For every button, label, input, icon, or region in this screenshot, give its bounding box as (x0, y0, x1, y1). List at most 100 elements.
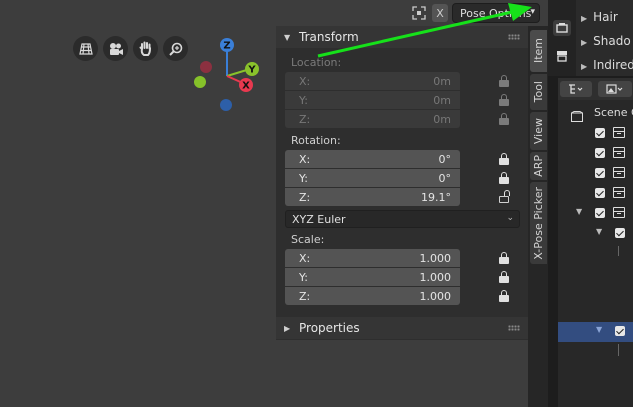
output-properties-icon[interactable] (553, 48, 571, 64)
pan-view-button[interactable] (133, 36, 158, 61)
panel-row-hair[interactable]: ▶ Hair (581, 10, 618, 24)
scale-x-field[interactable]: X: 1.000 (285, 249, 460, 267)
outliner-row-scene-collection[interactable]: Scene C (558, 104, 633, 124)
properties-section-header[interactable]: ▶ Properties (276, 317, 528, 339)
close-x-button[interactable]: X (432, 4, 448, 22)
axis-label: Y: (299, 270, 308, 284)
rotation-z-field[interactable]: Z: 19.1° (285, 188, 460, 206)
field-value: 19.1° (421, 190, 451, 204)
expanded-triangle-icon: ▼ (284, 32, 291, 42)
outliner-row[interactable]: ▼ (558, 224, 633, 244)
outliner-header (558, 78, 633, 100)
tab-tool[interactable]: Tool (530, 74, 547, 110)
rotation-mode-dropdown[interactable]: XYZ Euler ⌄ (285, 210, 520, 228)
checkbox[interactable] (595, 188, 605, 198)
axis-label: X: (299, 152, 311, 166)
rotation-mode-value: XYZ Euler (292, 212, 346, 226)
location-z-field[interactable]: Z: 0m (285, 110, 460, 128)
outliner-row[interactable] (558, 124, 633, 144)
location-label: Location: (291, 56, 342, 69)
display-mode-dropdown[interactable] (560, 81, 592, 97)
checkbox[interactable] (595, 148, 605, 158)
right-editors: ▶ Hair ▶ Shado ▶ Indired Scene C ▼ ▼ ▼ (548, 0, 633, 407)
checkbox[interactable] (615, 326, 625, 336)
outliner-row[interactable] (558, 164, 633, 184)
outliner-row-selected[interactable]: ▼ (558, 322, 633, 342)
lock-icon[interactable] (499, 271, 509, 283)
gizmo-neg-z-ball[interactable] (220, 99, 232, 111)
rotation-x-field[interactable]: X: 0° (285, 150, 460, 168)
location-y-row: Y: 0m (285, 91, 528, 110)
filter-dropdown[interactable] (598, 81, 632, 97)
render-properties-icon[interactable] (553, 20, 571, 36)
panel-label: Shado (593, 34, 631, 48)
expand-triangle-icon[interactable]: ▼ (596, 227, 602, 236)
checkbox[interactable] (615, 228, 625, 238)
location-z-row: Z: 0m (285, 110, 528, 129)
expand-triangle-icon[interactable]: ▼ (596, 325, 602, 334)
unlock-icon[interactable] (499, 190, 510, 203)
navigation-gizmo[interactable]: Z Y X (190, 34, 265, 114)
tree-line (618, 344, 619, 356)
transform-pivot-icon[interactable] (410, 4, 428, 22)
scale-y-row: Y: 1.000 (285, 268, 528, 287)
collapsed-triangle-icon: ▶ (284, 323, 291, 333)
tab-view[interactable]: View (530, 112, 547, 150)
lock-icon[interactable] (499, 172, 509, 184)
checkbox[interactable] (595, 208, 605, 218)
lock-icon[interactable] (499, 290, 509, 302)
axis-label: X: (299, 74, 311, 88)
transform-section-header[interactable]: ▼ Transform (276, 26, 528, 48)
camera-icon (109, 42, 123, 55)
transform-title: Transform (299, 30, 359, 44)
outliner-row[interactable] (558, 184, 633, 204)
sidebar-tabs: Item Tool View ARP X-Pose Picker (528, 26, 548, 407)
lock-icon[interactable] (499, 153, 509, 165)
rotation-y-field[interactable]: Y: 0° (285, 169, 460, 187)
scale-z-field[interactable]: Z: 1.000 (285, 287, 460, 305)
hand-icon (139, 41, 151, 56)
gizmo-neg-x-ball[interactable] (200, 61, 212, 73)
lock-icon[interactable] (499, 252, 509, 264)
checkbox[interactable] (595, 168, 605, 178)
gizmo-neg-y-ball[interactable] (194, 76, 206, 88)
gizmo-x-label: X (242, 81, 250, 92)
field-value: 0m (433, 74, 451, 88)
drag-grip-icon[interactable] (508, 325, 520, 331)
chevron-down-icon: ⌄ (506, 213, 514, 223)
outliner-row[interactable]: ▼ (558, 204, 633, 224)
panel-row-shadows[interactable]: ▶ Shado (581, 34, 631, 48)
tab-label: View (532, 117, 545, 145)
tab-label: Tool (532, 81, 545, 103)
scale-y-field[interactable]: Y: 1.000 (285, 268, 460, 286)
lock-icon[interactable] (499, 94, 509, 106)
collection-icon (613, 147, 625, 158)
camera-view-button[interactable] (103, 36, 128, 61)
location-x-field[interactable]: X: 0m (285, 72, 460, 90)
magnifier-icon (168, 42, 182, 56)
lock-icon[interactable] (499, 75, 509, 87)
axis-label: Z: (299, 289, 311, 303)
tab-arp[interactable]: ARP (530, 152, 547, 180)
outliner-row[interactable] (558, 144, 633, 164)
location-y-field[interactable]: Y: 0m (285, 91, 460, 109)
tab-label: ARP (532, 155, 545, 177)
tab-x-pose-picker[interactable]: X-Pose Picker (530, 182, 547, 264)
collection-icon (613, 127, 625, 138)
pose-options-dropdown[interactable]: Pose Options ▾ (452, 3, 540, 23)
gizmo-y-label: Y (247, 65, 256, 76)
panel-label: Hair (593, 10, 618, 24)
zoom-view-button[interactable] (163, 36, 188, 61)
image-filter-icon (606, 84, 623, 94)
outliner-editor: Scene C ▼ ▼ ▼ (558, 78, 633, 407)
expand-triangle-icon[interactable]: ▼ (576, 207, 582, 216)
checkbox[interactable] (595, 128, 605, 138)
toggle-grid-view-button[interactable] (73, 36, 98, 61)
drag-grip-icon[interactable] (508, 34, 520, 40)
tab-item[interactable]: Item (530, 30, 547, 72)
panel-row-indirect[interactable]: ▶ Indired (581, 58, 633, 72)
lock-icon[interactable] (499, 113, 509, 125)
rotation-label: Rotation: (291, 134, 341, 147)
outliner-icon (569, 84, 583, 94)
scale-label: Scale: (291, 233, 325, 246)
